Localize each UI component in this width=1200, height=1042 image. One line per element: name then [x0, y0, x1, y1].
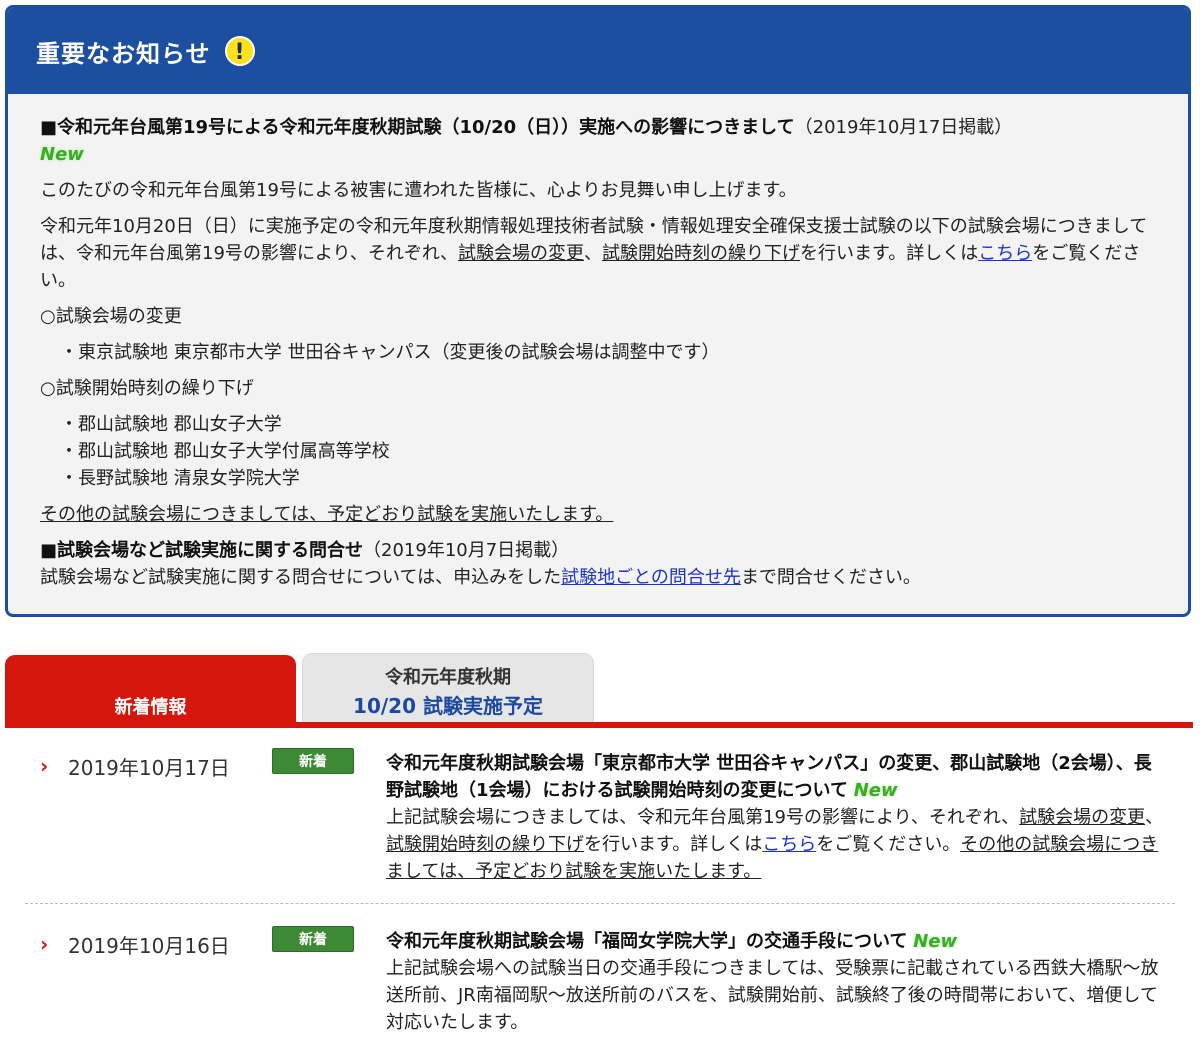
tab-exam-line1: 令和元年度秋期: [385, 667, 511, 688]
details-link[interactable]: こちら: [762, 834, 816, 855]
details-link[interactable]: こちら: [978, 243, 1032, 264]
section-start-delay: ○試験開始時刻の繰り下げ: [40, 378, 254, 399]
heading-text: ■試験会場など試験実施に関する問合せ: [40, 540, 364, 561]
news-content: 令和元年度秋期試験会場「福岡女学院大学」の交通手段について New 上記試験会場…: [386, 928, 1164, 1036]
notice-heading-typhoon: ■令和元年台風第19号による令和元年度秋期試験（10/20（日））実施への影響に…: [40, 114, 1156, 168]
paragraph-text: を行います。詳しくは: [800, 243, 979, 264]
paragraph-text: まで問合せください。: [740, 567, 921, 588]
start-time-delay-link[interactable]: 試験開始時刻の繰り下げ: [602, 243, 800, 264]
paragraph-text: 、: [584, 243, 603, 264]
start-delay-item: ・郡山試験地 郡山女子大学: [60, 414, 282, 435]
exclamation-icon: !: [224, 36, 255, 66]
venue-change-link[interactable]: 試験会場の変更: [458, 243, 584, 264]
news-body-text: 上記試験会場につきましては、令和元年台風第19号の影響により、それぞれ、: [386, 807, 1020, 828]
venue-change-item: ・東京試験地 東京都市大学 世田谷キャンパス（変更後の試験会場は調整中です）: [60, 342, 720, 363]
news-content: 令和元年度秋期試験会場「東京都市大学 世田谷キャンパス」の変更、郡山試験地（2会…: [386, 750, 1164, 885]
new-badge: 新着: [272, 926, 354, 952]
inquiry-contacts-link[interactable]: 試験地ごとの問合せ先: [561, 567, 741, 588]
paragraph-text: 試験会場など試験実施に関する問合せについては、申込みをした: [40, 567, 562, 588]
news-body-text: 上記試験会場への試験当日の交通手段につきましては、受験票に記載されている西鉄大橋…: [386, 958, 1159, 1033]
venue-change-link[interactable]: 試験会場の変更: [1019, 807, 1145, 828]
notice-body: ■令和元年台風第19号による令和元年度秋期試験（10/20（日））実施への影響に…: [8, 94, 1188, 591]
new-badge: 新着: [272, 748, 354, 774]
inquiry-paragraph: 試験会場など試験実施に関する問合せについては、申込みをした試験地ごとの問合せ先ま…: [40, 564, 1156, 591]
start-delay-item: ・長野試験地 清泉女学院大学: [60, 468, 300, 489]
heading-text: ■令和元年台風第19号による令和元年度秋期試験（10/20（日））実施への影響に…: [40, 117, 795, 138]
notice-heading-inquiry: ■試験会場など試験実施に関する問合せ（2019年10月7日掲載）: [40, 537, 1156, 564]
section-venue-change: ○試験会場の変更: [40, 306, 182, 327]
news-body-text: をご覧ください。: [816, 834, 961, 855]
tab-news[interactable]: 新着情報: [5, 655, 296, 723]
start-time-delay-link[interactable]: 試験開始時刻の繰り下げ: [386, 834, 584, 855]
heading-date: （2019年10月17日掲載）: [794, 117, 1013, 138]
important-notice-panel: 重要なお知らせ ! ■令和元年台風第19号による令和元年度秋期試験（10/20（…: [5, 5, 1191, 617]
notice-title: 重要なお知らせ: [36, 39, 211, 68]
news-body-text: を行います。詳しくは: [584, 834, 763, 855]
tab-exam-schedule[interactable]: 令和元年度秋期 10/20 試験実施予定: [302, 653, 594, 723]
new-label: New: [40, 144, 84, 165]
new-label: New: [853, 780, 898, 801]
start-delay-item: ・郡山試験地 郡山女子大学付属高等学校: [60, 441, 390, 462]
new-label: New: [913, 931, 958, 952]
news-title: 令和元年度秋期試験会場「福岡女学院大学」の交通手段について: [386, 931, 908, 952]
news-body-text: 、: [1145, 807, 1164, 828]
notice-header: 重要なお知らせ !: [8, 8, 1188, 94]
chevron-right-icon: ›: [40, 932, 49, 956]
chevron-right-icon: ›: [40, 754, 49, 778]
news-title: 令和元年度秋期試験会場「東京都市大学 世田谷キャンパス」の変更、郡山試験地（2会…: [386, 753, 1152, 801]
other-venues-note[interactable]: その他の試験会場につきましては、予定どおり試験を実施いたします。: [40, 504, 613, 525]
tab-exam-line2: 10/20 試験実施予定: [353, 694, 543, 718]
news-divider: [25, 903, 1175, 904]
news-date: 2019年10月16日: [68, 934, 230, 958]
tab-underline-bar: [5, 722, 1193, 728]
news-date: 2019年10月17日: [68, 756, 230, 780]
heading-date: （2019年10月7日掲載）: [363, 540, 570, 561]
sympathy-paragraph: このたびの令和元年台風第19号による被害に遭われた皆様に、心よりお見舞い申し上げ…: [40, 180, 797, 201]
venue-change-paragraph: 令和元年10月20日（日）に実施予定の令和元年度秋期情報処理技術者試験・情報処理…: [40, 213, 1156, 294]
